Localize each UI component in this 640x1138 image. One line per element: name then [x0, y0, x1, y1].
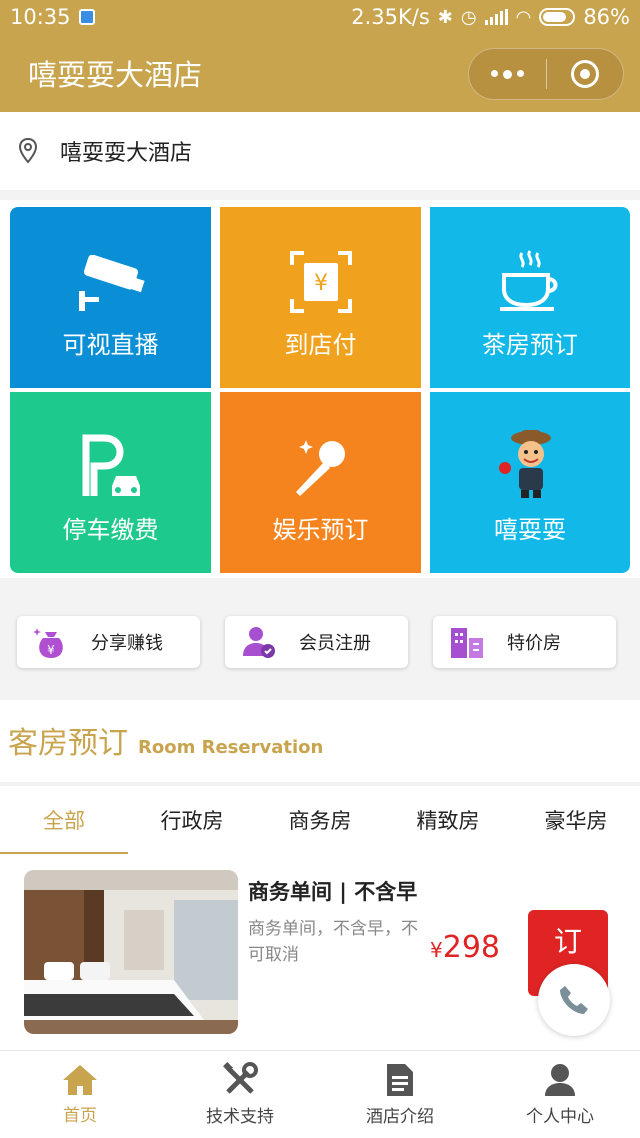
- tools-icon: [223, 1062, 258, 1094]
- tabbar-home[interactable]: 首页: [0, 1051, 160, 1138]
- tabbar-tech-support[interactable]: 技术支持: [160, 1051, 320, 1138]
- price-value: 298: [442, 930, 500, 965]
- room-description: 商务单间，不含早，不可取消: [248, 919, 418, 965]
- hotel-name: 嘻耍耍大酒店: [60, 141, 193, 166]
- money-bag-icon: ¥: [33, 628, 63, 658]
- tile-tea-room[interactable]: 茶房预订: [430, 207, 630, 388]
- more-dots-icon: [490, 69, 524, 79]
- battery-icon: [539, 8, 576, 26]
- quick-action-label: 特价房: [507, 633, 561, 654]
- member-icon: [243, 627, 275, 658]
- tile-mascot[interactable]: 嘻耍耍: [430, 392, 630, 573]
- miniprogram-capsule: [468, 48, 624, 100]
- cctv-camera-icon: [78, 255, 145, 311]
- room-list: 商务单间 | 不含早 商务单间，不含早，不可取消 ¥298 订: [0, 854, 640, 1050]
- svg-text:¥: ¥: [314, 271, 328, 296]
- tab-boutique[interactable]: 精致房: [384, 786, 512, 854]
- room-type-tabs: 全部 行政房 商务房 精致房 豪华房: [0, 786, 640, 854]
- close-button[interactable]: [547, 49, 624, 99]
- signal-icon: [484, 9, 508, 25]
- currency-symbol: ¥: [430, 938, 443, 962]
- section-title-cn: 客房预订: [8, 726, 128, 761]
- svg-text:¥: ¥: [47, 643, 55, 657]
- building-icon: [451, 628, 483, 658]
- status-bar: 10:35 2.35K/s ✱ ◷ ◠ 86%: [0, 0, 640, 34]
- home-icon: [63, 1065, 97, 1095]
- call-button[interactable]: [538, 964, 610, 1036]
- mascot-icon: [499, 430, 551, 498]
- tile-label: 可视直播: [62, 331, 159, 359]
- quick-action-label: 分享赚钱: [91, 633, 163, 654]
- room-card[interactable]: 商务单间 | 不含早 商务单间，不含早，不可取消 ¥298 订: [10, 858, 624, 1034]
- alarm-icon: ◷: [460, 6, 477, 28]
- tabbar-label: 技术支持: [206, 1107, 274, 1127]
- tabbar-label: 首页: [63, 1106, 97, 1126]
- tile-parking[interactable]: 停车缴费: [10, 392, 211, 573]
- room-title: 商务单间 | 不含早: [248, 880, 418, 904]
- share-earn-button[interactable]: ¥ 分享赚钱: [17, 616, 200, 668]
- location-bar[interactable]: 嘻耍耍大酒店: [0, 112, 640, 190]
- tab-deluxe[interactable]: 豪华房: [512, 786, 640, 854]
- room-photo: [24, 870, 238, 1034]
- quick-action-label: 会员注册: [299, 633, 371, 654]
- parking-car-icon: [82, 434, 140, 496]
- quick-actions: ¥ 分享赚钱 会员注册 特价房: [0, 600, 640, 684]
- navigation-bar: 嘻耍耍大酒店: [0, 34, 640, 112]
- status-time: 10:35: [10, 5, 71, 29]
- tile-label: 娱乐预订: [272, 516, 369, 544]
- tile-entertainment[interactable]: 娱乐预订: [220, 392, 421, 573]
- tile-label: 嘻耍耍: [494, 516, 566, 544]
- room-price: ¥298: [430, 930, 500, 965]
- tab-executive[interactable]: 行政房: [128, 786, 256, 854]
- bottom-tab-bar: 首页 技术支持 酒店介绍 个人中心: [0, 1050, 640, 1138]
- location-pin-icon: [18, 138, 38, 164]
- member-register-button[interactable]: 会员注册: [225, 616, 408, 668]
- special-room-button[interactable]: 特价房: [433, 616, 616, 668]
- tabbar-hotel-intro[interactable]: 酒店介绍: [320, 1051, 480, 1138]
- wifi-icon: ◠: [515, 6, 532, 28]
- bluetooth-icon: ✱: [437, 6, 453, 28]
- tab-business[interactable]: 商务房: [256, 786, 384, 854]
- phone-icon: [560, 986, 588, 1014]
- document-icon: [387, 1064, 413, 1096]
- app-notification-icon: [78, 9, 95, 25]
- network-speed: 2.35K/s: [351, 5, 430, 29]
- section-title-en: Room Reservation: [138, 737, 324, 758]
- tabbar-label: 酒店介绍: [366, 1107, 434, 1127]
- close-target-icon: [570, 60, 599, 88]
- page-title: 嘻耍耍大酒店: [28, 58, 203, 92]
- more-button[interactable]: [469, 49, 546, 99]
- microphone-icon: [295, 440, 345, 496]
- tile-label: 到店付: [284, 331, 357, 359]
- tabbar-profile[interactable]: 个人中心: [480, 1051, 640, 1138]
- coffee-cup-icon: [500, 250, 558, 311]
- yuan-scan-icon: ¥: [289, 251, 352, 313]
- tile-label: 停车缴费: [62, 516, 159, 544]
- tile-pay-at-hotel[interactable]: ¥ 到店付: [220, 207, 421, 388]
- tile-label: 茶房预订: [482, 331, 578, 359]
- tabbar-label: 个人中心: [526, 1107, 594, 1127]
- room-reservation-header: 客房预订 Room Reservation: [0, 700, 640, 782]
- tab-all[interactable]: 全部: [0, 786, 128, 854]
- battery-level: 86%: [583, 5, 630, 29]
- feature-grid: 可视直播 ¥ 到店付 茶房预订 停车缴费 娱乐预订 嘻耍耍: [0, 200, 640, 578]
- tile-live-view[interactable]: 可视直播: [10, 207, 211, 388]
- user-icon: [545, 1064, 575, 1096]
